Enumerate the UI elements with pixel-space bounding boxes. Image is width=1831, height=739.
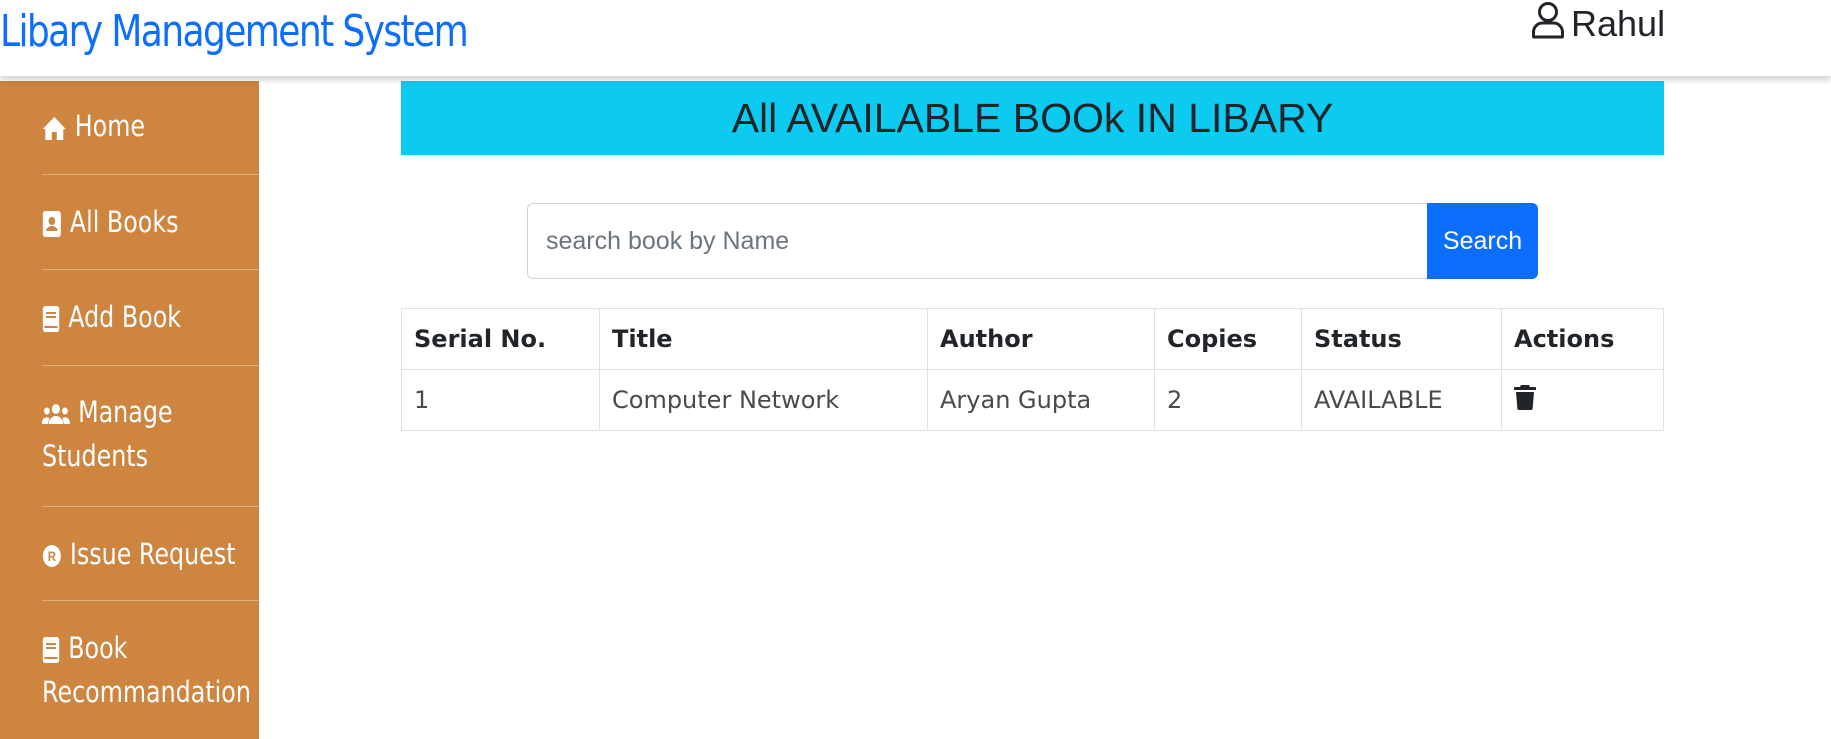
book-icon <box>42 305 60 333</box>
sidebar-item-label: Manage <box>78 395 173 429</box>
page-title: All AVAILABLE BOOk IN LIBARY <box>401 81 1664 155</box>
svg-text:R: R <box>48 548 56 564</box>
sidebar-item-manage-students[interactable]: Manage Students <box>42 366 259 507</box>
sidebar: Home All Books Add Book Manage Students … <box>0 81 259 739</box>
users-icon <box>42 403 70 425</box>
cell-serial: 1 <box>401 369 600 431</box>
sidebar-item-label: Book <box>68 631 128 665</box>
top-navbar: Libary Management System Rahul <box>0 0 1831 76</box>
user-menu[interactable]: Rahul <box>1531 1 1666 44</box>
sidebar-item-book-recommandation[interactable]: Book Recommandation <box>42 601 259 739</box>
sidebar-item-label: Home <box>74 109 146 143</box>
search-input[interactable] <box>527 203 1427 279</box>
user-icon <box>1531 1 1565 48</box>
home-icon <box>42 115 67 141</box>
search-button[interactable]: Search <box>1427 203 1538 279</box>
book-icon <box>42 636 60 664</box>
cell-copies: 2 <box>1154 369 1302 431</box>
sidebar-item-all-books[interactable]: All Books <box>42 175 259 270</box>
sidebar-item-add-book[interactable]: Add Book <box>42 270 259 366</box>
sidebar-item-label-line2: Students <box>42 439 149 473</box>
search-bar: Search <box>527 203 1538 279</box>
trash-icon[interactable] <box>1514 384 1536 416</box>
user-name: Rahul <box>1571 3 1666 44</box>
brand-title[interactable]: Libary Management System <box>0 6 469 57</box>
cell-status: AVAILABLE <box>1301 369 1502 431</box>
cell-title: Computer Network <box>599 369 928 431</box>
column-header-actions: Actions <box>1501 308 1664 370</box>
registered-icon: R <box>42 544 62 568</box>
sidebar-item-label: Issue Request <box>69 537 236 571</box>
sidebar-item-label: Add Book <box>68 300 182 334</box>
cell-author: Aryan Gupta <box>927 369 1155 431</box>
column-header-copies: Copies <box>1154 308 1302 370</box>
cell-actions <box>1501 369 1664 431</box>
column-header-title: Title <box>599 308 928 370</box>
sidebar-item-label: All Books <box>69 205 179 239</box>
table-row: 1 Computer Network Aryan Gupta 2 AVAILAB… <box>401 369 1664 431</box>
column-header-author: Author <box>927 308 1155 370</box>
sidebar-item-home[interactable]: Home <box>42 104 259 175</box>
column-header-status: Status <box>1301 308 1502 370</box>
books-table: Serial No. Title Author Copies Status Ac… <box>401 308 1664 431</box>
column-header-serial: Serial No. <box>401 308 600 370</box>
sidebar-item-issue-request[interactable]: R Issue Request <box>42 507 259 601</box>
sidebar-item-label-line2: Recommandation <box>42 675 251 709</box>
table-header-row: Serial No. Title Author Copies Status Ac… <box>401 308 1664 370</box>
address-book-icon <box>42 210 62 238</box>
